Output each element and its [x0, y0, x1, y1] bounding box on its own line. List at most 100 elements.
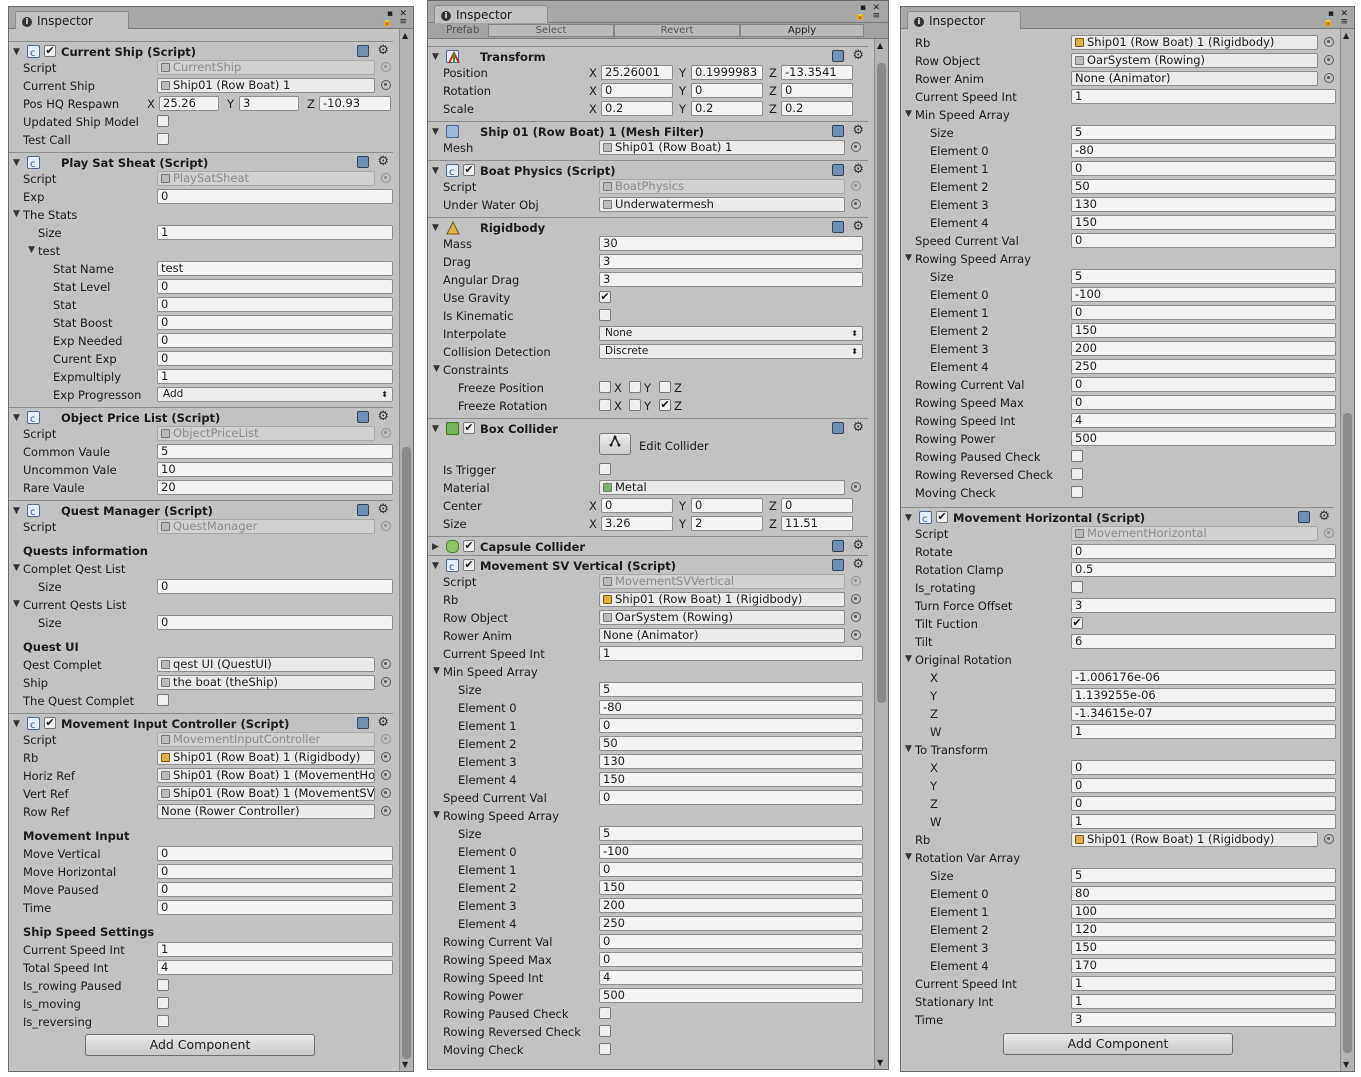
object-picker-icon[interactable]	[851, 576, 861, 586]
object-field[interactable]: Ship01 (Row Boat) 1	[157, 78, 375, 93]
object-picker-icon[interactable]	[851, 142, 861, 152]
vector-x-input[interactable]: 0	[601, 83, 673, 98]
vector-x-input[interactable]: 0	[601, 498, 673, 513]
component-header-play-sat-sheat-script[interactable]: ▼ c Play Sat Sheat (Script) ⚙	[9, 152, 393, 172]
gear-icon[interactable]: ⚙	[852, 48, 864, 63]
foldout-arrow-icon[interactable]: ▼	[905, 852, 912, 862]
value-input[interactable]: 500	[1071, 431, 1336, 446]
value-input[interactable]: 80	[1071, 886, 1336, 901]
value-input[interactable]: 3	[1071, 1012, 1336, 1027]
foldout-arrow-icon[interactable]: ▼	[13, 413, 20, 423]
object-picker-icon[interactable]	[1324, 55, 1334, 65]
help-book-icon[interactable]	[832, 422, 844, 434]
value-input[interactable]: 0	[599, 718, 863, 733]
add-component-button[interactable]: Add Component	[1003, 1033, 1233, 1055]
value-input[interactable]: 3	[599, 254, 863, 269]
foldout-arrow-icon[interactable]: ▼	[13, 47, 20, 57]
value-input[interactable]: 250	[599, 916, 863, 931]
gear-icon[interactable]: ⚙	[377, 154, 389, 169]
foldout-arrow-icon[interactable]: ▼	[905, 513, 912, 523]
object-picker-icon[interactable]	[1324, 834, 1334, 844]
value-input[interactable]: 150	[599, 772, 863, 787]
value-input[interactable]: 100	[1071, 904, 1336, 919]
value-input[interactable]: -1.34615e-07	[1071, 706, 1336, 721]
help-book-icon[interactable]	[357, 717, 369, 729]
gear-icon[interactable]: ⚙	[377, 502, 389, 517]
checkbox-rowing-paused-check[interactable]	[599, 1007, 611, 1019]
help-book-icon[interactable]	[357, 156, 369, 168]
object-picker-icon[interactable]	[851, 630, 861, 640]
vector-y-input[interactable]: 0.1999983	[691, 65, 763, 80]
value-input[interactable]: 5	[1071, 125, 1336, 140]
checkbox-updated-ship-model[interactable]	[157, 115, 169, 127]
foldout-arrow-icon[interactable]: ▼	[905, 109, 912, 119]
component-enabled-checkbox[interactable]: ✔	[44, 717, 56, 729]
object-field[interactable]: qest UI (QuestUI)	[157, 657, 375, 672]
value-input[interactable]: 0	[157, 579, 393, 594]
value-input[interactable]: 120	[1071, 922, 1336, 937]
component-enabled-checkbox[interactable]: ✔	[44, 45, 56, 57]
component-header-rigidbody[interactable]: ▼ Rigidbody ⚙	[428, 217, 868, 237]
value-input[interactable]: 150	[1071, 323, 1336, 338]
object-field[interactable]: None (Animator)	[1071, 71, 1318, 86]
help-book-icon[interactable]	[357, 504, 369, 516]
foldout-arrow-icon[interactable]: ▼	[13, 719, 20, 729]
foldout-arrow-icon[interactable]: ▼	[432, 223, 439, 233]
object-picker-icon[interactable]	[381, 734, 391, 744]
scroll-down-icon[interactable]: ▼	[402, 1060, 408, 1069]
value-input[interactable]: 0	[157, 846, 393, 861]
object-picker-icon[interactable]	[851, 594, 861, 604]
checkbox-is-trigger[interactable]	[599, 463, 611, 475]
foldout-arrow-icon[interactable]: ▼	[432, 127, 439, 137]
object-picker-icon[interactable]	[381, 428, 391, 438]
object-picker-icon[interactable]	[381, 752, 391, 762]
value-input[interactable]: 1	[1071, 994, 1336, 1009]
object-picker-icon[interactable]	[851, 482, 861, 492]
object-field[interactable]: OarSystem (Rowing)	[599, 610, 845, 625]
value-input[interactable]: 5	[1071, 868, 1336, 883]
object-field[interactable]: OarSystem (Rowing)	[1071, 53, 1318, 68]
constraint-x-checkbox[interactable]	[599, 381, 611, 393]
foldout-arrow-icon[interactable]: ▼	[13, 158, 20, 168]
object-field[interactable]: Ship01 (Row Boat) 1 (Rigidbody)	[157, 750, 375, 765]
scrollbar[interactable]: ▲ ▼	[1340, 29, 1354, 1071]
value-input[interactable]: 0	[1071, 778, 1336, 793]
vector-y-input[interactable]: 0.2	[691, 101, 763, 116]
scrollbar[interactable]: ▲ ▼	[874, 39, 888, 1069]
value-input[interactable]: 3	[1071, 598, 1336, 613]
maximize-icon[interactable]: ▪	[387, 9, 393, 19]
value-input[interactable]: 0	[157, 333, 393, 348]
gear-icon[interactable]: ⚙	[852, 162, 864, 177]
edit-collider-button[interactable]	[599, 433, 631, 455]
object-field[interactable]: None (Animator)	[599, 628, 845, 643]
foldout-arrow-icon[interactable]: ▼	[432, 561, 439, 571]
constraint-z-checkbox[interactable]: ✔	[659, 399, 671, 411]
object-field[interactable]: Metal	[599, 480, 845, 495]
checkbox-moving-check[interactable]	[1071, 486, 1083, 498]
value-input[interactable]: -1.006176e-06	[1071, 670, 1336, 685]
object-picker-icon[interactable]	[381, 80, 391, 90]
foldout-arrow-icon[interactable]: ▼	[905, 253, 912, 263]
close-icon[interactable]: ✕	[399, 9, 407, 19]
component-header-capsule-collider[interactable]: ▶ ✔ Capsule Collider ⚙	[428, 536, 868, 556]
component-header-movement-input-controller-script[interactable]: ▼ c ✔ Movement Input Controller (Script) ⚙	[9, 713, 393, 733]
component-enabled-checkbox[interactable]: ✔	[463, 559, 475, 571]
value-input[interactable]: 500	[599, 988, 863, 1003]
foldout-arrow-icon[interactable]: ▼	[433, 364, 440, 374]
component-header-movement-horizontal-script[interactable]: ▼ c ✔ Movement Horizontal (Script) ⚙	[901, 507, 1334, 527]
gear-icon[interactable]: ⚙	[852, 219, 864, 234]
value-input[interactable]: test	[157, 261, 393, 276]
object-picker-icon[interactable]	[381, 770, 391, 780]
dropdown-collision-detection[interactable]: Discrete	[599, 344, 863, 359]
foldout-arrow-icon[interactable]: ▼	[905, 654, 912, 664]
gear-icon[interactable]: ⚙	[377, 43, 389, 58]
vector-z-input[interactable]: -13.3541	[781, 65, 853, 80]
gear-icon[interactable]: ⚙	[1318, 509, 1330, 524]
value-input[interactable]: 6	[1071, 634, 1336, 649]
object-picker-icon[interactable]	[381, 173, 391, 183]
tab-inspector[interactable]: i Inspector	[15, 11, 129, 29]
gear-icon[interactable]: ⚙	[852, 420, 864, 435]
add-component-button[interactable]: Add Component	[85, 1034, 315, 1056]
checkbox-use-gravity[interactable]: ✔	[599, 291, 611, 303]
foldout-arrow-icon[interactable]: ▼	[432, 52, 439, 62]
